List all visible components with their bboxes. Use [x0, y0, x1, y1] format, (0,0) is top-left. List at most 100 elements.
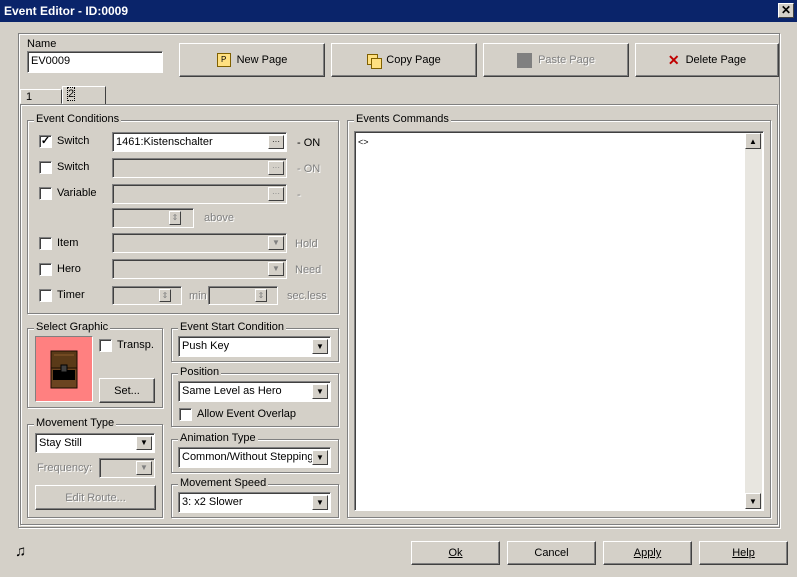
tab-page-2[interactable]: 2	[62, 86, 106, 105]
switch1-label: Switch	[57, 135, 90, 147]
event-start-value: Push Key	[182, 340, 230, 352]
set-label: Set...	[114, 384, 140, 397]
event-start-title: Event Start Condition	[178, 321, 286, 333]
hero-checkbox[interactable]	[39, 263, 52, 276]
close-button[interactable]: ✕	[778, 3, 794, 18]
variable-above-label: above	[204, 212, 234, 224]
events-commands-list[interactable]: <>	[354, 131, 764, 511]
help-label: Help	[732, 547, 755, 559]
paste-page-icon	[517, 52, 533, 68]
spin-up-down[interactable]: ⇕	[159, 289, 171, 302]
position-select[interactable]: Same Level as Hero ▼	[178, 381, 331, 402]
item-suffix: Hold	[295, 238, 318, 250]
command-line[interactable]: <>	[358, 135, 760, 149]
item-dropdown-button[interactable]: ▼	[268, 236, 284, 250]
movement-type-value: Stay Still	[39, 437, 82, 449]
item-checkbox[interactable]	[39, 237, 52, 250]
switch2-field[interactable]: ···	[112, 158, 287, 178]
delete-page-icon: ✕	[667, 51, 680, 68]
variable-suffix: -	[297, 189, 301, 201]
variable-ellipsis-button[interactable]: ···	[268, 187, 284, 201]
switch1-checkbox[interactable]: ✓	[39, 135, 52, 148]
variable-field[interactable]: ···	[112, 184, 287, 204]
chevron-down-icon: ▼	[272, 264, 280, 273]
hero-select[interactable]: ▼	[112, 259, 287, 279]
music-note-icon[interactable]: ♫	[15, 543, 26, 560]
animation-type-select[interactable]: Common/Without Stepping ▼	[178, 447, 331, 468]
timer-sec-label: sec.less	[287, 290, 327, 302]
switch2-suffix: - ON	[297, 163, 321, 175]
spin-up-down[interactable]: ⇕	[255, 289, 267, 302]
paste-page-button[interactable]: Paste Page	[483, 43, 629, 77]
treasure-chest-icon	[36, 337, 92, 401]
scroll-down-button[interactable]: ▼	[745, 493, 761, 509]
hero-label: Hero	[57, 263, 81, 275]
tab-label: 1	[26, 91, 33, 103]
hero-dropdown-button[interactable]: ▼	[268, 262, 284, 276]
event-conditions-title: Event Conditions	[34, 113, 122, 125]
scroll-up-button[interactable]: ▲	[745, 133, 761, 149]
movement-type-select[interactable]: Stay Still ▼	[35, 433, 155, 453]
chevron-down-icon: ▼	[316, 386, 324, 396]
switch1-suffix: - ON	[297, 137, 321, 149]
movement-speed-select[interactable]: 3: x2 Slower ▼	[178, 492, 331, 513]
window-title: Event Editor - ID:0009	[4, 4, 129, 18]
spin-icon: ⇕	[161, 290, 169, 300]
ellipsis-icon: ···	[272, 189, 280, 198]
animation-type-title: Animation Type	[178, 432, 258, 444]
variable-value-spinner[interactable]: ⇕	[112, 208, 194, 228]
chevron-down-icon: ▼	[316, 497, 324, 507]
ok-label: Ok	[448, 547, 463, 559]
chevron-down-icon: ▼	[749, 496, 757, 506]
event-start-select[interactable]: Push Key ▼	[178, 336, 331, 357]
event-start-dropdown[interactable]: ▼	[312, 339, 328, 354]
cancel-label: Cancel	[534, 547, 569, 559]
event-graphic-preview[interactable]	[35, 336, 93, 402]
copy-page-icon	[367, 53, 383, 69]
movement-speed-title: Movement Speed	[178, 477, 269, 489]
events-commands-title: Events Commands	[354, 113, 451, 125]
switch2-ellipsis-button[interactable]: ···	[268, 161, 284, 175]
switch1-ellipsis-button[interactable]: ···	[268, 135, 284, 149]
switch2-checkbox[interactable]	[39, 161, 52, 174]
transp-label: Transp.	[117, 339, 154, 351]
new-page-button[interactable]: P New Page	[179, 43, 325, 77]
timer-sec-spinner[interactable]: ⇕	[208, 286, 278, 305]
cancel-button[interactable]: Cancel	[507, 541, 596, 565]
position-dropdown[interactable]: ▼	[312, 384, 328, 399]
chevron-down-icon: ▼	[316, 452, 324, 462]
apply-button[interactable]: Apply	[603, 541, 692, 565]
spin-icon: ⇕	[171, 213, 179, 222]
apply-label: Apply	[633, 547, 662, 559]
item-select[interactable]: ▼	[112, 233, 287, 253]
switch2-label: Switch	[57, 161, 90, 173]
name-label: Name	[27, 38, 57, 50]
close-icon: ✕	[780, 3, 792, 17]
animation-type-dropdown[interactable]: ▼	[312, 450, 328, 465]
delete-page-button[interactable]: ✕ Delete Page	[635, 43, 779, 77]
events-scrollbar[interactable]: ▲ ▼	[745, 133, 762, 509]
transp-checkbox[interactable]	[99, 339, 112, 352]
help-button[interactable]: Help	[699, 541, 788, 565]
copy-page-button[interactable]: Copy Page	[331, 43, 477, 77]
allow-overlap-checkbox[interactable]	[179, 408, 192, 421]
timer-min-spinner[interactable]: ⇕	[112, 286, 182, 305]
ok-button[interactable]: Ok	[411, 541, 500, 565]
movement-type-dropdown[interactable]: ▼	[136, 436, 152, 450]
name-field[interactable]: EV0009	[27, 51, 163, 73]
set-graphic-button[interactable]: Set...	[99, 378, 155, 403]
frequency-select[interactable]: ▼	[99, 458, 155, 478]
movement-type-title: Movement Type	[34, 417, 117, 429]
switch1-field[interactable]: 1461:Kistenschalter ···	[112, 132, 287, 152]
tab-page-1[interactable]: 1	[20, 89, 62, 104]
timer-checkbox[interactable]	[39, 289, 52, 302]
movement-speed-dropdown[interactable]: ▼	[312, 495, 328, 510]
item-label: Item	[57, 237, 79, 249]
variable-checkbox[interactable]	[39, 187, 52, 200]
edit-route-button[interactable]: Edit Route...	[35, 485, 156, 510]
tab-label: 2	[66, 87, 76, 101]
spin-up-down[interactable]: ⇕	[169, 211, 181, 225]
frequency-dropdown[interactable]: ▼	[136, 461, 152, 475]
position-title: Position	[178, 366, 222, 378]
allow-overlap-label: Allow Event Overlap	[197, 408, 297, 420]
